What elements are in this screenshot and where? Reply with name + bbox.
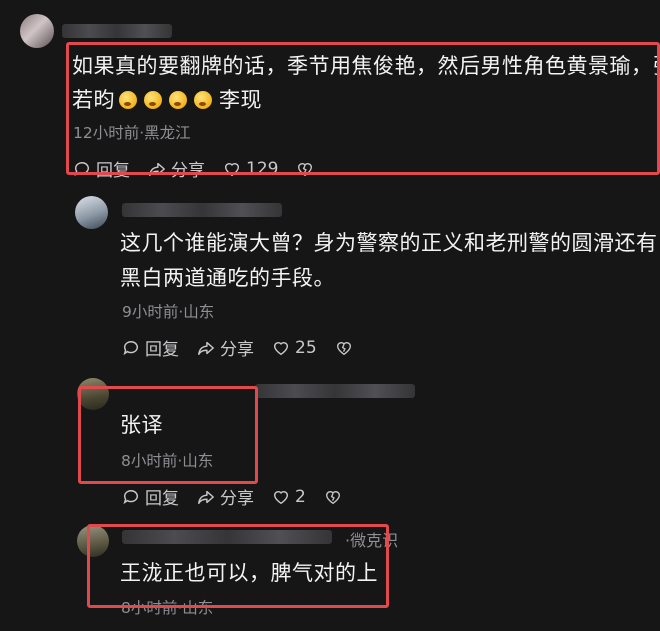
broken-heart-icon [336, 341, 351, 355]
comment-text: 这几个谁能演大曾？身为警察的正义和老刑警的圆滑还有 [120, 231, 658, 255]
reply-button[interactable]: 回复 [122, 484, 179, 509]
highlight-box [78, 386, 258, 484]
comment-meta: 9小时前·山东 [122, 303, 215, 321]
like-count: 25 [295, 337, 317, 358]
like-count: 2 [295, 486, 306, 507]
share-button[interactable]: 分享 [197, 484, 254, 509]
avatar[interactable] [20, 14, 54, 48]
share-button[interactable]: 分享 [197, 335, 254, 360]
heart-icon [273, 341, 289, 355]
username-blurred[interactable] [62, 24, 172, 38]
heart-icon [273, 490, 289, 504]
highlight-box [87, 524, 389, 608]
username-blurred[interactable] [122, 203, 282, 217]
reply-icon [123, 489, 138, 504]
avatar[interactable] [75, 196, 108, 229]
highlight-box [66, 42, 660, 175]
share-icon [198, 341, 214, 355]
comment-actions: 回复 分享 2 [122, 484, 360, 509]
share-label: 分享 [220, 340, 254, 360]
share-label: 分享 [220, 489, 254, 509]
broken-heart-icon [325, 490, 340, 504]
comment-text-line2: 黑白两道通吃的手段。 [120, 266, 335, 290]
reply-label: 回复 [145, 489, 179, 509]
reply-icon [123, 340, 138, 355]
dislike-button[interactable] [324, 488, 342, 506]
like-button[interactable]: 2 [272, 487, 306, 507]
username-blurred[interactable] [255, 384, 415, 398]
dislike-button[interactable] [335, 339, 353, 357]
like-button[interactable]: 25 [272, 338, 317, 358]
comment-actions: 回复 分享 25 [122, 335, 371, 360]
reply-button[interactable]: 回复 [122, 335, 179, 360]
reply-label: 回复 [145, 340, 179, 360]
share-icon [198, 490, 214, 504]
